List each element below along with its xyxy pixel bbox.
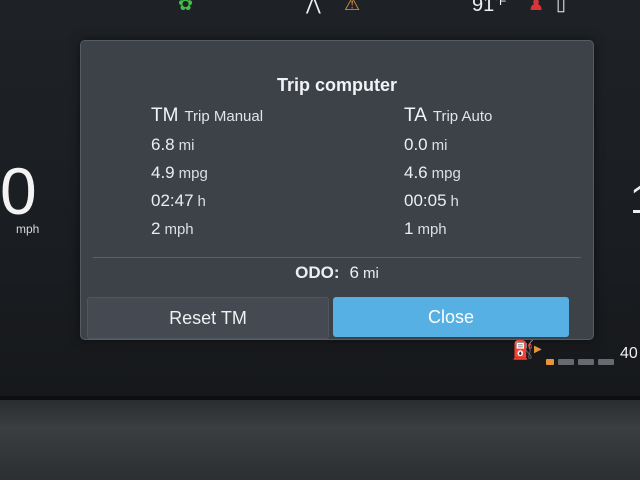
- tm-speed: 2 mph: [151, 219, 194, 238]
- odometer-label: ODO:: [295, 263, 340, 282]
- odometer-unit: mi: [363, 265, 379, 282]
- ta-speed: 1 mph: [404, 219, 447, 238]
- odometer: ODO: 6 mi: [81, 263, 593, 283]
- divider: [93, 257, 581, 258]
- fuel-pump-icon: ⛽: [512, 340, 535, 360]
- road-icon: ⋀: [306, 0, 321, 14]
- reset-tm-button[interactable]: Reset TM: [87, 297, 329, 339]
- trip-manual-abbr: TM: [151, 105, 179, 126]
- speedometer-value: 0: [0, 154, 37, 228]
- trip-manual-name: Trip Manual: [184, 108, 264, 125]
- fuel-range-value: 40: [620, 345, 638, 362]
- ta-distance: 0.0 mi: [404, 135, 448, 154]
- fuel-level-fill: [546, 359, 554, 365]
- fuel-bar-segment: [578, 359, 594, 365]
- eco-mode-icon: ✿: [178, 0, 194, 14]
- trip-computer-dialog: Trip computer TM Trip Manual 6.8 mi 4.9 mpg…: [80, 40, 594, 340]
- fuel-bar-segment: [598, 359, 614, 365]
- fuel-arrow-icon: ▶: [534, 344, 542, 355]
- close-button[interactable]: Close: [333, 297, 569, 337]
- vehicle-icon: ▯: [556, 0, 566, 14]
- fuel-level-bars: [546, 352, 618, 370]
- trailer-warning-icon: ⚠: [344, 0, 361, 14]
- trip-auto-column: TA Trip Auto 0.0 mi 4.6 mpg 00:05 h 1 mph: [404, 105, 492, 243]
- dashboard-trim: [0, 400, 640, 480]
- instrument-display: ✿ ⋀ ⚠ 91°F ♟ ▯ 0 mph 1 Trip computer TMT…: [0, 0, 640, 400]
- ta-economy: 4.6 mpg: [404, 163, 461, 182]
- ta-time: 00:05 h: [404, 191, 459, 210]
- trip-manual-column: TM Trip Manual 6.8 mi 4.9 mpg 02:47 h 2 mph: [151, 105, 263, 243]
- trip-auto-name: Trip Auto: [432, 108, 493, 125]
- fuel-bar-segment: [558, 359, 574, 365]
- odometer-value: 6: [349, 263, 360, 282]
- tm-time: 02:47 h: [151, 191, 206, 210]
- dialog-title: Trip computer: [276, 75, 397, 95]
- seatbelt-warning-icon: ♟: [528, 0, 545, 14]
- speedometer-unit: mph: [16, 222, 40, 236]
- tm-economy: 4.9 mpg: [151, 163, 208, 182]
- tachometer-value-partial: 1: [630, 178, 640, 223]
- trip-auto-abbr: TA: [404, 105, 427, 126]
- tm-distance: 6.8 mi: [151, 135, 195, 154]
- outside-temperature: 91°F: [472, 0, 507, 16]
